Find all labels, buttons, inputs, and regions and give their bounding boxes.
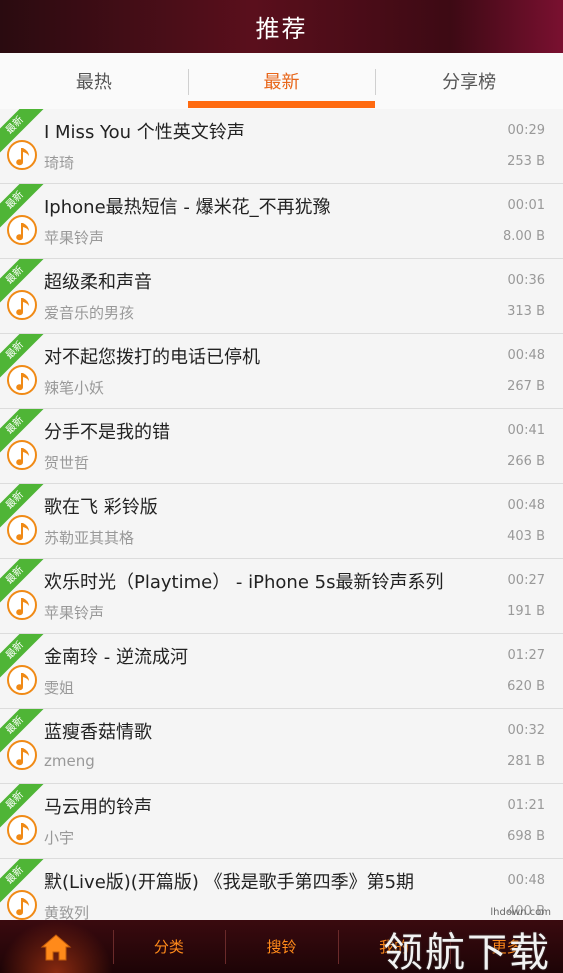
music-note-icon: [7, 890, 37, 920]
tab-bar: 最热 最新 分享榜: [0, 53, 563, 110]
song-artist: 黄致列: [44, 904, 90, 920]
song-artist: zmeng: [44, 752, 95, 770]
music-note-icon: [7, 215, 37, 245]
bottom-nav-category[interactable]: 分类: [112, 920, 226, 973]
song-artist: 雯姐: [44, 679, 75, 697]
music-note-icon: [7, 365, 37, 395]
song-size: 403 B: [507, 529, 545, 544]
list-item[interactable]: 最新 Iphone最热短信 - 爆米花_不再犹豫 苹果铃声 00:01 8.00…: [0, 184, 563, 259]
song-duration: 01:27: [507, 648, 545, 663]
song-artist: 苹果铃声: [44, 229, 105, 247]
song-duration: 01:21: [507, 798, 545, 813]
song-duration: 00:41: [507, 423, 545, 438]
list-item[interactable]: 最新 I Miss You 个性英文铃声 琦琦 00:29 253 B: [0, 109, 563, 184]
song-size: 400 B: [507, 904, 545, 919]
song-size: 698 B: [507, 829, 545, 844]
song-title: 蓝瘦香菇情歌: [44, 722, 152, 743]
song-artist: 苹果铃声: [44, 604, 105, 622]
song-title: 分手不是我的错: [44, 422, 170, 443]
music-note-icon: [7, 440, 37, 470]
music-note-icon: [7, 515, 37, 545]
song-title: 马云用的铃声: [44, 797, 152, 818]
song-duration: 00:36: [507, 273, 545, 288]
list-item[interactable]: 最新 马云用的铃声 小宇 01:21 698 B: [0, 784, 563, 859]
song-artist: 苏勒亚其其格: [44, 529, 135, 547]
song-artist: 辣笔小妖: [44, 379, 105, 397]
bottom-nav-mine[interactable]: 我的: [337, 920, 451, 973]
song-duration: 00:01: [507, 198, 545, 213]
song-title: 歌在飞 彩铃版: [44, 497, 158, 518]
song-size: 267 B: [507, 379, 545, 394]
song-size: 253 B: [507, 154, 545, 169]
song-title: 对不起您拨打的电话已停机: [44, 347, 260, 368]
song-artist: 小宇: [44, 829, 75, 847]
music-note-icon: [7, 740, 37, 770]
song-duration: 00:27: [507, 573, 545, 588]
song-size: 281 B: [507, 754, 545, 769]
bottom-nav: 分类 搜铃 我的 更多: [0, 920, 563, 973]
song-title: 欢乐时光（Playtime） - iPhone 5s最新铃声系列: [44, 572, 444, 593]
song-size: 191 B: [507, 604, 545, 619]
music-note-icon: [7, 290, 37, 320]
list-item[interactable]: 最新 欢乐时光（Playtime） - iPhone 5s最新铃声系列 苹果铃声…: [0, 559, 563, 634]
tab-hottest[interactable]: 最热: [0, 53, 188, 109]
song-size: 266 B: [507, 454, 545, 469]
music-note-icon: [7, 140, 37, 170]
music-note-icon: [7, 665, 37, 695]
song-duration: 00:32: [507, 723, 545, 738]
list-item[interactable]: 最新 默(Live版)(开篇版) 《我是歌手第四季》第5期 黄致列 00:48 …: [0, 859, 563, 920]
list-item[interactable]: 最新 蓝瘦香菇情歌 zmeng 00:32 281 B: [0, 709, 563, 784]
song-artist: 琦琦: [44, 154, 75, 172]
music-note-icon: [7, 590, 37, 620]
song-title: 超级柔和声音: [44, 272, 152, 293]
song-artist: 贺世哲: [44, 454, 90, 472]
list-item[interactable]: 最新 超级柔和声音 爱音乐的男孩 00:36 313 B: [0, 259, 563, 334]
title-bar: 推荐: [0, 0, 563, 53]
song-size: 620 B: [507, 679, 545, 694]
song-size: 8.00 B: [503, 229, 545, 244]
bottom-nav-search[interactable]: 搜铃: [225, 920, 338, 973]
home-icon: [40, 933, 72, 960]
song-size: 313 B: [507, 304, 545, 319]
bottom-nav-more[interactable]: 更多: [450, 920, 563, 973]
song-duration: 00:48: [507, 873, 545, 888]
list-item[interactable]: 最新 金南玲 - 逆流成河 雯姐 01:27 620 B: [0, 634, 563, 709]
music-note-icon: [7, 815, 37, 845]
song-title: 默(Live版)(开篇版) 《我是歌手第四季》第5期: [44, 872, 415, 893]
tab-newest[interactable]: 最新: [187, 53, 376, 109]
list-item[interactable]: 最新 分手不是我的错 贺世哲 00:41 266 B: [0, 409, 563, 484]
bottom-nav-home[interactable]: [0, 920, 113, 973]
tab-share-ranking[interactable]: 分享榜: [375, 53, 563, 109]
page-title: 推荐: [255, 15, 308, 43]
song-title: Iphone最热短信 - 爆米花_不再犹豫: [44, 197, 331, 218]
song-duration: 00:29: [507, 123, 545, 138]
list-item[interactable]: 最新 对不起您拨打的电话已停机 辣笔小妖 00:48 267 B: [0, 334, 563, 409]
song-duration: 00:48: [507, 498, 545, 513]
song-duration: 00:48: [507, 348, 545, 363]
list-item[interactable]: 最新 歌在飞 彩铃版 苏勒亚其其格 00:48 403 B: [0, 484, 563, 559]
song-title: 金南玲 - 逆流成河: [44, 647, 188, 668]
ringtone-list: 最新 I Miss You 个性英文铃声 琦琦 00:29 253 B 最新 I…: [0, 109, 563, 920]
song-artist: 爱音乐的男孩: [44, 304, 135, 322]
song-title: I Miss You 个性英文铃声: [44, 122, 245, 143]
